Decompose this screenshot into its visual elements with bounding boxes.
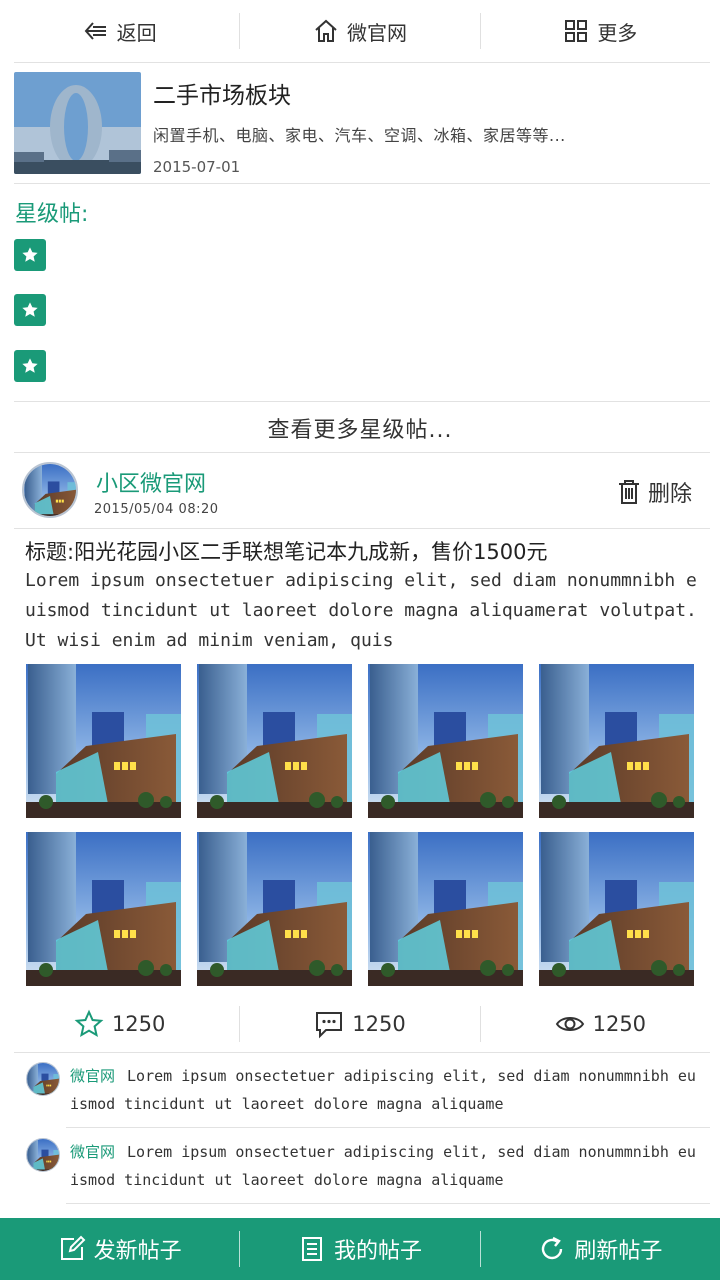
comment-body: Lorem ipsum onsectetuer adipiscing elit,… [70,1067,696,1113]
my-posts-button[interactable]: 我的帖子 [240,1218,479,1280]
favorite-count: 1250 [111,1012,166,1036]
board-info: 二手市场板块 闲置手机、电脑、家电、汽车、空调、冰箱、家居等等... 2015-… [153,72,566,176]
divider [14,528,710,529]
commenter-avatar[interactable] [26,1062,60,1096]
top-nav: 返回 微官网 更多 [0,0,720,62]
more-label: 更多 [597,20,638,45]
post-photo[interactable] [539,832,694,986]
post-photo[interactable] [197,832,352,986]
comment-author[interactable]: 微官网 [70,1143,115,1161]
post-photo[interactable] [368,664,523,818]
comment-text: 微官网 Lorem ipsum onsectetuer adipiscing el… [70,1138,700,1194]
edit-icon [60,1235,86,1260]
comment-body: Lorem ipsum onsectetuer adipiscing elit,… [70,1143,696,1189]
post-gallery [26,664,696,986]
divider [14,401,710,402]
post-photo[interactable] [368,832,523,986]
post-title[interactable]: 标题:阳光花园小区二手联想笔记本九成新，售价1500元 [25,536,548,566]
back-button[interactable]: 返回 [0,0,239,62]
eye-icon [555,1017,584,1031]
back-arrow-icon [84,22,106,40]
delete-button[interactable]: 删除 [616,476,692,508]
star-posts-heading: 星级帖: [15,202,89,227]
post-stats: 1250 1250 1250 [0,1000,720,1048]
post-photo[interactable] [26,832,181,986]
board-thumbnail [14,72,141,174]
post-author[interactable]: 小区微官网 [96,466,206,498]
star-icon [22,358,38,373]
post-photo[interactable] [539,664,694,818]
comment-icon [316,1012,343,1039]
board-date: 2015-07-01 [153,158,241,176]
grid-icon [565,20,588,42]
divider [14,62,710,63]
board-title: 二手市场板块 [153,83,291,109]
comment-button[interactable]: 1250 [240,1009,479,1039]
list-icon [301,1237,322,1261]
delete-label: 删除 [647,482,692,507]
star-post-item[interactable] [14,294,46,326]
new-post-button[interactable]: 发新帖子 [0,1218,239,1280]
star-outline-icon [74,1009,104,1038]
refresh-label: 刷新帖子 [574,1239,663,1264]
star-icon [22,247,38,262]
home-label: 微官网 [346,20,407,45]
refresh-icon [542,1236,563,1260]
comment-count: 1250 [352,1012,406,1036]
post-time: 2015/05/04 08:20 [94,502,219,517]
comment-item: 微官网 Lorem ipsum onsectetuer adipiscing el… [26,1062,706,1122]
view-count: 1250 [592,1012,647,1036]
divider [14,1052,710,1053]
star-post-item[interactable] [14,239,46,271]
board-header[interactable]: 二手市场板块 闲置手机、电脑、家电、汽车、空调、冰箱、家居等等... 2015-… [14,72,714,176]
favorite-button[interactable]: 1250 [0,1009,239,1039]
more-star-posts-link[interactable]: 查看更多星级帖... [0,404,720,452]
comment-author[interactable]: 微官网 [70,1067,115,1085]
author-avatar[interactable] [22,462,78,518]
trash-icon [618,480,639,504]
post-body: Lorem ipsum onsectetuer adipiscing elit,… [25,570,697,651]
post-photo[interactable] [197,664,352,818]
star-post-item[interactable] [14,350,46,382]
divider [66,1127,710,1128]
divider [14,183,710,184]
bottom-toolbar: 发新帖子 我的帖子 刷新帖子 [0,1218,720,1280]
more-button[interactable]: 更多 [481,0,720,62]
refresh-button[interactable]: 刷新帖子 [481,1218,720,1280]
commenter-avatar[interactable] [26,1138,60,1172]
star-icon [22,302,38,317]
back-label: 返回 [116,20,157,45]
divider [14,452,710,453]
divider [66,1203,710,1204]
new-post-label: 发新帖子 [93,1239,182,1264]
comment-text: 微官网 Lorem ipsum onsectetuer adipiscing el… [70,1062,700,1118]
view-stat: 1250 [481,1009,720,1039]
board-description: 闲置手机、电脑、家电、汽车、空调、冰箱、家居等等... [153,126,566,145]
home-button[interactable]: 微官网 [240,0,479,62]
home-icon [315,19,337,42]
post-header: 小区微官网 2015/05/04 08:20 删除 [22,462,702,522]
comment-item: 微官网 Lorem ipsum onsectetuer adipiscing el… [26,1138,706,1198]
post-photo[interactable] [26,664,181,818]
my-posts-label: 我的帖子 [333,1239,422,1264]
